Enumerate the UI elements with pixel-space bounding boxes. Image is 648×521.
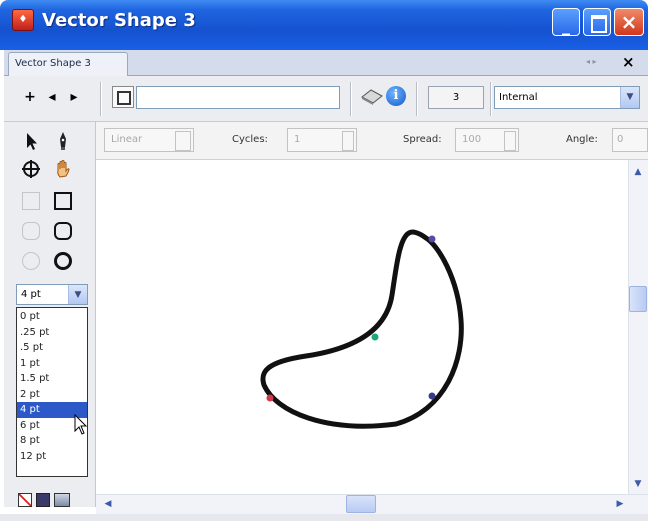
shape-type-icon[interactable] — [112, 86, 134, 108]
rounded-rect-outline-tool-icon[interactable] — [22, 222, 40, 240]
pen-tool-icon[interactable] — [52, 130, 74, 152]
ellipse-tool-icon[interactable] — [54, 252, 72, 270]
angle-input[interactable]: 0 — [612, 128, 648, 152]
rectangle-tool-icon[interactable] — [54, 192, 72, 210]
toolbar-separator — [100, 82, 102, 116]
panel-close-button[interactable]: × — [622, 51, 642, 73]
swap-colors-icon[interactable] — [54, 493, 70, 507]
maximize-button[interactable] — [583, 8, 611, 36]
vector-shape-layer[interactable] — [96, 160, 628, 494]
gradient-type-select[interactable]: Linear — [104, 128, 194, 152]
maximize-icon — [584, 9, 610, 35]
stroke-width-dropdown-list: 0 pt .25 pt .5 pt 1 pt 1.5 pt 2 pt 4 pt … — [16, 307, 88, 477]
stroke-width-option[interactable]: 12 pt — [17, 449, 87, 465]
angle-label: Angle: — [566, 134, 598, 145]
stroke-width-option[interactable]: 2 pt — [17, 387, 87, 403]
tab-vector-shape[interactable]: Vector Shape 3 — [8, 52, 128, 76]
vertical-scrollbar[interactable] — [628, 160, 648, 494]
hand-tool-icon[interactable] — [52, 158, 74, 180]
path-handle-top[interactable] — [428, 235, 436, 243]
spread-value: 100 — [462, 134, 482, 145]
stroke-width-value: 4 pt — [21, 289, 41, 300]
stroke-width-select[interactable]: 4 pt ▼ — [16, 284, 88, 305]
scroll-down-icon[interactable]: ▼ — [630, 476, 646, 492]
window-title: Vector Shape 3 — [42, 10, 196, 31]
close-icon: × — [620, 10, 638, 34]
stroke-width-option[interactable]: .25 pt — [17, 325, 87, 341]
scroll-left-icon[interactable]: ◀ — [100, 496, 116, 512]
fill-color-swatch[interactable] — [36, 493, 50, 507]
path-handle-bottom-left[interactable] — [266, 394, 274, 402]
tab-scroll-arrows-icon[interactable]: ◂ ▸ — [586, 52, 608, 72]
horizontal-scroll-thumb[interactable] — [346, 495, 376, 513]
next-point-button[interactable]: ▸ — [66, 88, 82, 106]
chevron-down-icon[interactable] — [175, 131, 191, 151]
scroll-up-icon[interactable]: ▲ — [630, 164, 646, 180]
stroke-color-swatch[interactable] — [18, 493, 32, 507]
window-bottom-border — [0, 514, 648, 521]
toolbar-separator — [490, 82, 492, 116]
path-handle-middle[interactable] — [371, 333, 379, 341]
stroke-width-option[interactable]: 0 pt — [17, 309, 87, 325]
spread-label: Spread: — [403, 134, 442, 145]
minimize-button[interactable]: _ — [552, 8, 580, 36]
gradient-type-value: Linear — [111, 134, 143, 145]
ellipse-outline-tool-icon[interactable] — [22, 252, 40, 270]
pointer-tool-icon[interactable] — [20, 130, 42, 152]
placement-value: Internal — [499, 92, 538, 103]
points-count-field[interactable]: 3 — [428, 86, 484, 109]
toolbar-separator — [416, 82, 418, 116]
rectangle-outline-tool-icon[interactable] — [22, 192, 40, 210]
chevron-down-icon[interactable]: ▼ — [68, 285, 87, 304]
info-icon[interactable]: i — [386, 86, 406, 106]
add-point-button[interactable]: + — [22, 88, 38, 106]
crosshair-tool-icon[interactable] — [20, 158, 42, 180]
minimize-icon: _ — [562, 16, 570, 35]
stroke-width-option[interactable]: .5 pt — [17, 340, 87, 356]
shape-name-input[interactable] — [136, 86, 340, 109]
cycles-value: 1 — [294, 134, 301, 145]
spread-input[interactable]: 100 — [455, 128, 519, 152]
chevron-down-icon[interactable]: ▼ — [620, 87, 639, 108]
cycles-spinner[interactable] — [342, 131, 354, 151]
cycles-input[interactable]: 1 — [287, 128, 357, 152]
toolbar-separator — [350, 82, 352, 116]
app-logo-icon[interactable]: ♦ — [12, 9, 34, 31]
eraser-icon[interactable] — [360, 86, 384, 106]
previous-point-button[interactable]: ◂ — [44, 88, 60, 106]
rounded-rect-tool-icon[interactable] — [54, 222, 72, 240]
path-handle-bottom-right[interactable] — [428, 392, 436, 400]
close-button[interactable]: × — [614, 8, 644, 36]
placement-select[interactable]: Internal ▼ — [494, 86, 640, 109]
stroke-width-option[interactable]: 1 pt — [17, 356, 87, 372]
mouse-cursor-icon — [74, 413, 90, 438]
cycles-label: Cycles: — [232, 134, 268, 145]
stroke-width-option[interactable]: 1.5 pt — [17, 371, 87, 387]
scroll-right-icon[interactable]: ▶ — [612, 496, 628, 512]
vertical-scroll-thumb[interactable] — [629, 286, 647, 312]
spread-spinner[interactable] — [504, 131, 516, 151]
